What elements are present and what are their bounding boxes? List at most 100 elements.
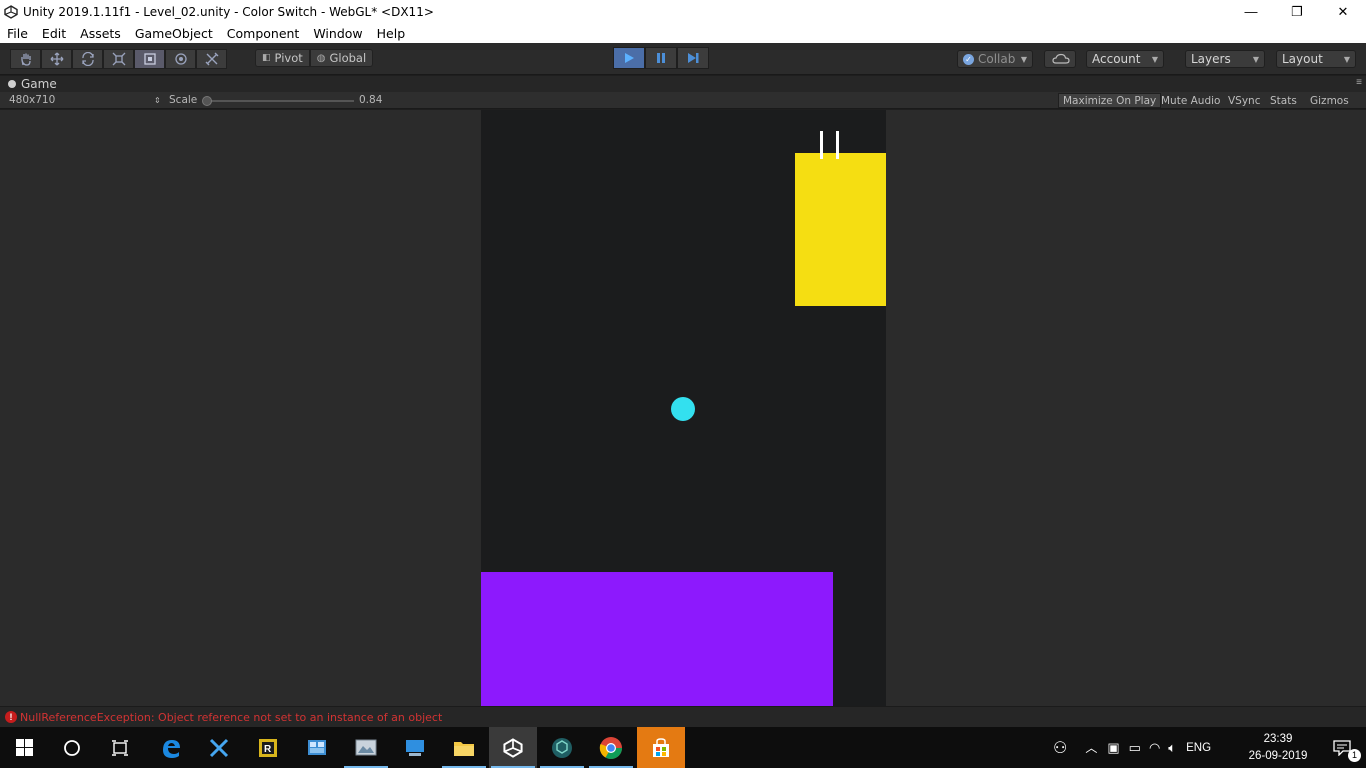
game-pause-icon[interactable] (820, 131, 842, 159)
menu-component[interactable]: Component (220, 26, 307, 41)
yellow-obstacle (795, 153, 886, 306)
taskbar-control-panel[interactable] (293, 727, 341, 768)
play-controls (613, 47, 709, 69)
chevron-up-icon[interactable]: ︿ (1085, 739, 1097, 756)
layout-dropdown[interactable]: Layout ▼ (1276, 50, 1356, 68)
search-circle-icon (64, 739, 80, 756)
taskbar-unity[interactable] (489, 727, 537, 768)
layers-dropdown[interactable]: Layers ▼ (1185, 50, 1265, 68)
play-icon (625, 53, 634, 63)
rect-transform-icon (143, 53, 156, 65)
svg-text:R: R (264, 744, 272, 755)
windows-taskbar: R ⚇ ︿ ▣ ▭ ◠ 🔈︎ ENG 23:39 26-09-2019 1 (0, 727, 1366, 768)
stats-toggle[interactable]: Stats (1266, 93, 1301, 108)
move-tool-button[interactable] (41, 49, 72, 69)
unity-logo-icon (503, 737, 523, 758)
transform-icon (174, 53, 187, 65)
unity-logo-icon (4, 4, 18, 19)
restore-button[interactable]: ❐ (1274, 0, 1320, 23)
taskbar-chrome[interactable] (587, 727, 635, 768)
rect-tool-button[interactable] (134, 49, 165, 69)
taskbar-rider[interactable]: R (244, 727, 292, 768)
menu-help[interactable]: Help (370, 26, 413, 41)
start-button[interactable] (0, 727, 48, 768)
pause-button[interactable] (645, 47, 677, 69)
chevron-down-icon: ▼ (1252, 55, 1259, 64)
control-panel-icon (308, 739, 326, 755)
volume-icon[interactable]: 🔈︎ (1168, 740, 1176, 756)
windows-logo-icon (15, 739, 33, 756)
scale-value: 0.84 (359, 94, 383, 106)
menu-file[interactable]: File (0, 26, 35, 41)
language-indicator[interactable]: ENG (1186, 742, 1211, 754)
unity-hub-icon (552, 737, 572, 758)
hand-tool-button[interactable] (10, 49, 41, 69)
scale-slider-track[interactable] (206, 100, 354, 102)
rider-icon: R (259, 738, 277, 757)
transform-tools (10, 49, 227, 69)
layout-label: Layout (1282, 52, 1323, 66)
game-viewport[interactable] (481, 110, 886, 706)
wifi-icon[interactable]: ◠ (1149, 740, 1160, 756)
move-icon (50, 52, 63, 66)
account-label: Account (1092, 52, 1141, 66)
taskbar-visual-studio-installer[interactable] (195, 727, 243, 768)
people-icon[interactable]: ⚇ (1053, 738, 1067, 758)
scale-tool-button[interactable] (103, 49, 134, 69)
maximize-on-play-toggle[interactable]: Maximize On Play (1058, 93, 1162, 108)
resolution-dropdown[interactable]: 480x710 (9, 94, 55, 106)
gizmos-dropdown[interactable]: Gizmos (1306, 93, 1353, 108)
menu-gameobject[interactable]: GameObject (128, 26, 220, 41)
taskbar-microsoft-store[interactable] (637, 727, 685, 768)
vsync-toggle[interactable]: VSync (1224, 93, 1265, 108)
tab-game[interactable]: Game (8, 77, 57, 91)
title-bar: Unity 2019.1.11f1 - Level_02.unity - Col… (0, 0, 1366, 23)
custom-tool-button[interactable] (196, 49, 227, 69)
chevron-down-icon: ▼ (1343, 55, 1350, 64)
game-tab-bar: Game ≡ (0, 76, 1366, 92)
scale-slider-thumb[interactable] (202, 96, 212, 106)
close-button[interactable]: ✕ (1320, 0, 1366, 23)
computer-icon (406, 739, 424, 756)
folder-icon (454, 741, 474, 756)
pivot-group: ◧ Pivot ◍ Global (255, 49, 374, 69)
global-button[interactable]: ◍ Global (309, 49, 374, 67)
hand-icon (20, 53, 31, 66)
taskbar-file-explorer[interactable] (440, 727, 488, 768)
error-message[interactable]: NullReferenceException: Object reference… (20, 711, 442, 724)
security-icon[interactable]: ▣ (1107, 740, 1119, 756)
mute-audio-toggle[interactable]: Mute Audio (1157, 93, 1224, 108)
player-ball (671, 397, 695, 421)
collab-dropdown[interactable]: ✓ Collab ▼ (957, 50, 1033, 68)
battery-icon[interactable]: ▭ (1129, 740, 1141, 756)
rotate-tool-button[interactable] (72, 49, 103, 69)
account-dropdown[interactable]: Account ▼ (1086, 50, 1164, 68)
menu-edit[interactable]: Edit (35, 26, 73, 41)
minimize-button[interactable]: — (1228, 0, 1274, 23)
pivot-button[interactable]: ◧ Pivot (255, 49, 310, 67)
cortana-button[interactable] (48, 727, 96, 768)
action-center-button[interactable]: 1 (1318, 727, 1366, 768)
console-status-bar[interactable]: ! NullReferenceException: Object referen… (0, 706, 1366, 727)
notification-badge: 1 (1348, 749, 1361, 762)
cloud-button[interactable] (1044, 50, 1076, 68)
taskbar-edge[interactable] (147, 727, 195, 768)
tab-menu-icon[interactable]: ≡ (1356, 77, 1362, 88)
pivot-icon: ◧ (262, 53, 271, 63)
transform-tool-button[interactable] (165, 49, 196, 69)
pivot-label: Pivot (274, 51, 303, 65)
task-view-icon (112, 739, 128, 756)
tools-icon (209, 738, 229, 757)
system-clock[interactable]: 23:39 26-09-2019 (1246, 731, 1310, 765)
menu-assets[interactable]: Assets (73, 26, 128, 41)
menu-window[interactable]: Window (306, 26, 369, 41)
step-button[interactable] (677, 47, 709, 69)
taskbar-this-pc[interactable] (391, 727, 439, 768)
taskbar-photos[interactable] (342, 727, 390, 768)
chrome-icon (599, 736, 622, 759)
clock-date: 26-09-2019 (1248, 750, 1308, 762)
collab-label: Collab (978, 52, 1016, 66)
play-button[interactable] (613, 47, 645, 69)
taskbar-unity-hub[interactable] (538, 727, 586, 768)
task-view-button[interactable] (96, 727, 144, 768)
